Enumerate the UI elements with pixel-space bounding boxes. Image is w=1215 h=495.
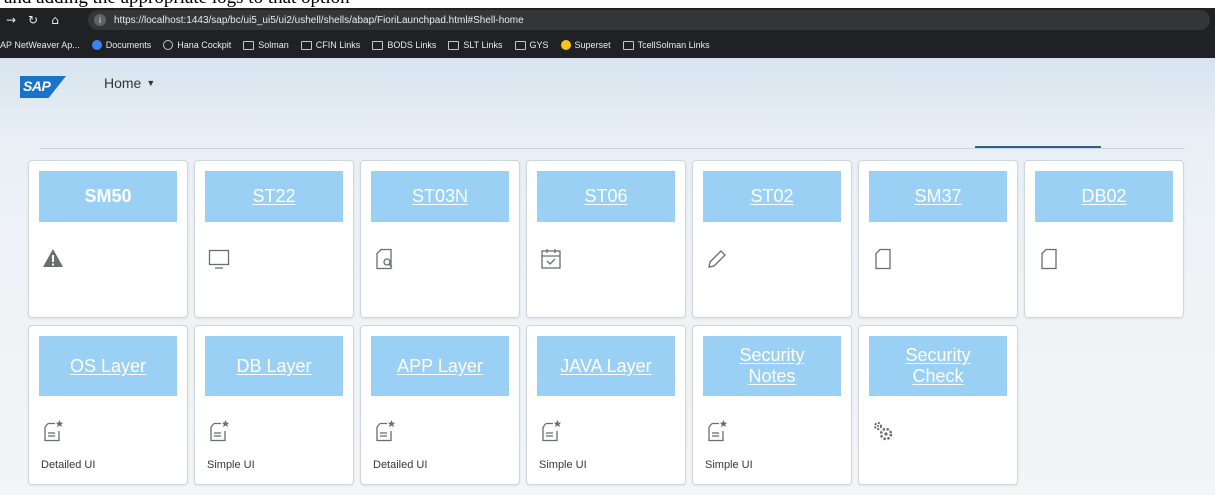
tile-title-box: ST22 [205,171,343,222]
tile-title: ST03N [411,186,469,206]
tile-info: Simple UI [705,459,753,471]
bookmarks-bar: AP NetWeaver Ap... Documents Hana Cockpi… [0,32,1215,58]
tile-st22[interactable]: ST22 [194,160,354,318]
browser-toolbar: → ↻ ⌂ i https://localhost:1443/sap/bc/ui… [0,8,1215,32]
home-menu[interactable]: Home ▼ [104,75,155,91]
bookmark-tcellsolman-links[interactable]: TcellSolman Links [622,40,710,50]
tile-title: Security Check [905,345,971,386]
favorite-document-icon [539,419,563,443]
tile-app-layer[interactable]: APP Layer Detailed UI [360,325,520,485]
tile-title: APP Layer [397,355,483,376]
tile-title-box: OS Layer [39,336,177,396]
folder-icon [514,40,526,50]
tile-java-layer[interactable]: JAVA Layer Simple UI [526,325,686,485]
folder-icon [622,40,634,50]
tile-title: ST02 [750,186,794,206]
globe-icon [163,40,174,50]
tile-os-layer[interactable]: OS Layer Detailed UI [28,325,188,485]
tile-title: JAVA Layer [560,355,652,376]
tile-title-box: APP Layer [371,336,509,396]
home-menu-label: Home [104,75,142,91]
favorite-document-icon [207,419,231,443]
tile-info: Detailed UI [41,459,96,471]
caret-down-icon: ▼ [146,78,156,88]
tile-title-box: JAVA Layer [537,336,675,396]
tile-db02[interactable]: DB02 [1024,160,1184,318]
favorite-document-icon [705,419,729,443]
tile-title: OS Layer [69,355,147,376]
monitor-icon [207,247,231,271]
tile-st03n[interactable]: ST03N [360,160,520,318]
folder-icon [300,40,312,50]
tile-sm50[interactable]: SM50 [28,160,188,318]
active-tab-indicator [975,146,1101,148]
folder-icon [243,40,255,50]
tile-title-box: DB Layer [205,336,343,396]
site-info-icon[interactable]: i [94,14,106,26]
gears-icon [871,419,895,443]
favorite-document-icon [41,419,65,443]
tile-title: SM37 [914,186,962,206]
tile-title-box: Security Check [869,336,1007,396]
tile-title-box: ST03N [371,171,509,222]
reload-icon[interactable]: ↻ [22,13,44,27]
url-text: https://localhost:1443/sap/bc/ui5_ui5/ui… [114,14,524,26]
bookmark-hana-cockpit[interactable]: Hana Cockpit [163,40,231,50]
pencil-icon [705,247,729,271]
bookmark-bods-links[interactable]: BODS Links [372,40,436,50]
tile-st06[interactable]: ST06 [526,160,686,318]
tile-info: Simple UI [207,459,255,471]
bookmark-gys[interactable]: GYS [514,40,549,50]
tile-title-box: DB02 [1035,171,1173,222]
tile-title-box: SM50 [39,171,177,222]
tile-info: Simple UI [539,459,587,471]
bookmark-superset[interactable]: Superset [560,40,611,50]
bookmark-netweaver[interactable]: AP NetWeaver Ap... [0,40,80,50]
header-divider [40,148,1185,149]
bookmark-documents[interactable]: Documents [91,40,151,50]
calendar-icon [539,247,563,271]
cropped-caption: and adding the appropriate logs to that … [0,0,1215,8]
tile-title-box: ST06 [537,171,675,222]
document-icon [871,247,895,271]
tile-title: SM50 [84,186,132,206]
tile-title-box: Security Notes [703,336,841,396]
folder-icon [372,40,384,50]
document-icon [1037,247,1061,271]
tile-title-box: SM37 [869,171,1007,222]
folder-icon [448,40,460,50]
tile-info: Detailed UI [373,459,428,471]
document-search-icon [373,247,397,271]
tile-title: DB02 [1081,186,1127,206]
tile-title: ST06 [584,186,628,206]
tile-title-box: ST02 [703,171,841,222]
forward-icon[interactable]: → [0,13,22,27]
tile-db-layer[interactable]: DB Layer Simple UI [194,325,354,485]
tile-st02[interactable]: ST02 [692,160,852,318]
address-bar[interactable]: i https://localhost:1443/sap/bc/ui5_ui5/… [88,10,1210,30]
bookmark-cfin-links[interactable]: CFIN Links [300,40,360,50]
documents-icon [91,40,102,50]
tile-sm37[interactable]: SM37 [858,160,1018,318]
tile-security-check[interactable]: Security Check [858,325,1018,485]
superset-icon [560,40,571,50]
bookmark-solman[interactable]: Solman [243,40,289,50]
tile-title: DB Layer [236,355,312,376]
favorite-document-icon [373,419,397,443]
alert-icon [41,246,65,270]
tile-title: ST22 [252,186,296,206]
tile-title: Security Notes [739,345,805,386]
bookmark-slt-links[interactable]: SLT Links [448,40,503,50]
tile-security-notes[interactable]: Security Notes Simple UI [692,325,852,485]
home-icon[interactable]: ⌂ [44,13,66,27]
sap-logo[interactable]: SAP [20,76,66,98]
